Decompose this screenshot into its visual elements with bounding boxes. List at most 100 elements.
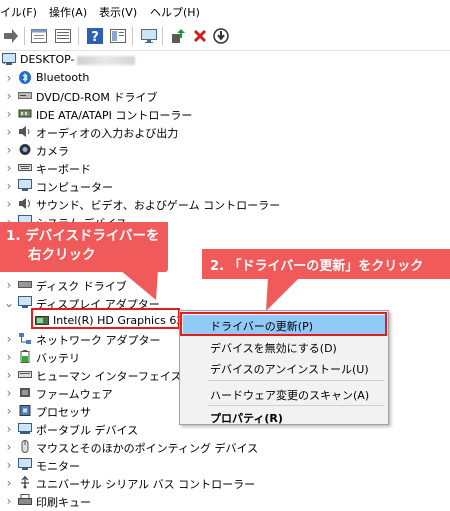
dvd-drive-icon [18, 89, 32, 102]
expand-arrow-icon[interactable]: › [3, 144, 15, 156]
menu-item-uninstall-device[interactable]: デバイスのアンインストール(U) [210, 361, 369, 377]
callout-step1-line1: 1. デバイスドライバーを [6, 228, 160, 244]
tree-item-bluetooth[interactable]: › Bluetooth [0, 68, 450, 88]
expand-arrow-icon[interactable]: › [3, 423, 15, 435]
view-icon[interactable] [109, 27, 127, 45]
tree-label: サウンド、ビデオ、およびゲーム コントローラー [36, 199, 281, 212]
tree-label: コンピューター [36, 181, 113, 194]
tree-label: オーディオの入力および出力 [36, 127, 179, 140]
usb-icon [18, 476, 32, 489]
tree-item-camera[interactable]: › カメラ [0, 140, 450, 160]
expand-arrow-icon[interactable]: › [3, 279, 15, 291]
tree-label: マウスとそのほかのポインティング デバイス [36, 442, 259, 455]
expand-arrow-icon[interactable]: › [3, 369, 15, 381]
disk-drive-icon [18, 278, 32, 291]
tree-item-audio[interactable]: › オーディオの入力および出力 [0, 122, 450, 142]
menu-bar: イル(F) 操作(A) 表示(V) ヘルプ(H) [0, 0, 450, 22]
tree-label: カメラ [36, 145, 69, 158]
tree-label: ネットワーク アダプター [36, 334, 161, 347]
portable-device-icon [18, 422, 32, 435]
toolbar: ? [0, 22, 450, 51]
keyboard-icon [18, 161, 32, 174]
speaker-icon [18, 125, 32, 138]
tree-label: ポータブル デバイス [36, 424, 139, 437]
callout-step1-line2: 右クリック [28, 247, 96, 263]
menu-item-properties[interactable]: プロパティ(R) [210, 410, 283, 426]
help-icon[interactable]: ? [86, 27, 104, 45]
tree-item-sound[interactable]: › サウンド、ビデオ、およびゲーム コントローラー [0, 194, 450, 214]
expand-arrow-icon[interactable]: › [3, 198, 15, 210]
ide-controller-icon [18, 107, 32, 120]
uninstall-icon[interactable] [191, 27, 209, 45]
firmware-icon [18, 386, 32, 399]
tree-item-dvd[interactable]: › DVD/CD-ROM ドライブ [0, 86, 450, 106]
toolbar-separator [24, 27, 25, 45]
expand-arrow-icon[interactable]: › [3, 90, 15, 102]
expand-arrow-icon[interactable]: › [3, 459, 15, 471]
expand-arrow-icon[interactable]: › [3, 477, 15, 489]
expand-arrow-icon[interactable]: › [3, 441, 15, 453]
network-adapter-icon [18, 332, 32, 345]
tree-label: ユニバーサル シリアル バス コントローラー [36, 478, 256, 491]
processor-icon [18, 404, 32, 417]
tree-label: モニター [36, 460, 80, 473]
tree-item-keyboard[interactable]: › キーボード [0, 158, 450, 178]
menu-separator [208, 405, 384, 406]
expand-arrow-icon[interactable]: › [3, 405, 15, 417]
collapse-arrow-icon[interactable]: ⌄ [3, 297, 15, 309]
tree-item-ide[interactable]: › IDE ATA/ATAPI コントローラー [0, 104, 450, 124]
properties-icon[interactable] [30, 27, 48, 45]
tree-label: ディスク ドライブ [36, 280, 127, 293]
tree-item-mouse[interactable]: › マウスとそのほかのポインティング デバイス [0, 437, 450, 457]
highlight-box-menu-item [180, 312, 387, 336]
hid-icon [18, 368, 32, 381]
update-driver-icon[interactable] [169, 27, 187, 45]
tree-label: プロセッサ [36, 406, 91, 419]
menu-item-disable-device[interactable]: デバイスを無効にする(D) [210, 340, 337, 356]
expand-arrow-icon[interactable]: › [3, 387, 15, 399]
callout-step2-text: 2. 「ドライバーの更新」をクリック [210, 259, 424, 274]
expand-arrow-icon[interactable]: › [3, 72, 15, 84]
tree-item-computer[interactable]: › コンピューター [0, 176, 450, 196]
tree-item-monitor[interactable]: › モニター [0, 455, 450, 475]
menu-separator [208, 380, 384, 381]
root-label: DESKTOP- [20, 53, 75, 66]
computer-icon [2, 53, 16, 66]
expand-arrow-icon[interactable]: › [3, 333, 15, 345]
tree-label: キーボード [36, 163, 91, 176]
bluetooth-icon [18, 71, 32, 84]
toolbar-separator [78, 27, 79, 45]
menu-action[interactable]: 操作(A) [49, 4, 87, 20]
expand-arrow-icon[interactable]: › [3, 126, 15, 138]
expand-arrow-icon[interactable]: › [3, 180, 15, 192]
forward-icon[interactable] [2, 27, 20, 45]
expand-arrow-icon[interactable]: › [3, 108, 15, 120]
menu-help[interactable]: ヘルプ(H) [150, 4, 200, 20]
callout-step1-pointer [120, 270, 158, 300]
toolbar-separator [162, 27, 163, 45]
expand-arrow-icon[interactable]: › [3, 162, 15, 174]
menu-item-scan-hardware[interactable]: ハードウェア変更のスキャン(A) [210, 387, 369, 403]
download-icon[interactable] [212, 27, 230, 45]
tree-label: 印刷キュー [36, 496, 91, 509]
menu-file[interactable]: イル(F) [0, 4, 37, 20]
toolbar-separator [132, 27, 133, 45]
computer-icon [18, 179, 32, 192]
tree-label: Bluetooth [36, 71, 90, 84]
tree-label: バッテリ [36, 352, 80, 365]
expand-arrow-icon[interactable]: › [3, 351, 15, 363]
callout-step2: 2. 「ドライバーの更新」をクリック [202, 249, 450, 279]
printer-icon [18, 494, 32, 507]
monitor-icon[interactable] [140, 27, 158, 45]
tree-item-usb[interactable]: › ユニバーサル シリアル バス コントローラー [0, 473, 450, 493]
tree-root[interactable]: ⌄ DESKTOP- [0, 50, 450, 70]
callout-step2-pointer [266, 277, 300, 311]
tree-label: IDE ATA/ATAPI コントローラー [36, 109, 193, 122]
callout-step1: 1. デバイスドライバーを 右クリック [0, 222, 168, 272]
blurred-hostname [76, 55, 135, 65]
tree-label: ファームウェア [36, 388, 113, 401]
list-icon[interactable] [54, 27, 72, 45]
sound-icon [18, 197, 32, 210]
tree-item-print-queue[interactable]: › 印刷キュー [0, 491, 450, 511]
menu-view[interactable]: 表示(V) [99, 4, 137, 20]
